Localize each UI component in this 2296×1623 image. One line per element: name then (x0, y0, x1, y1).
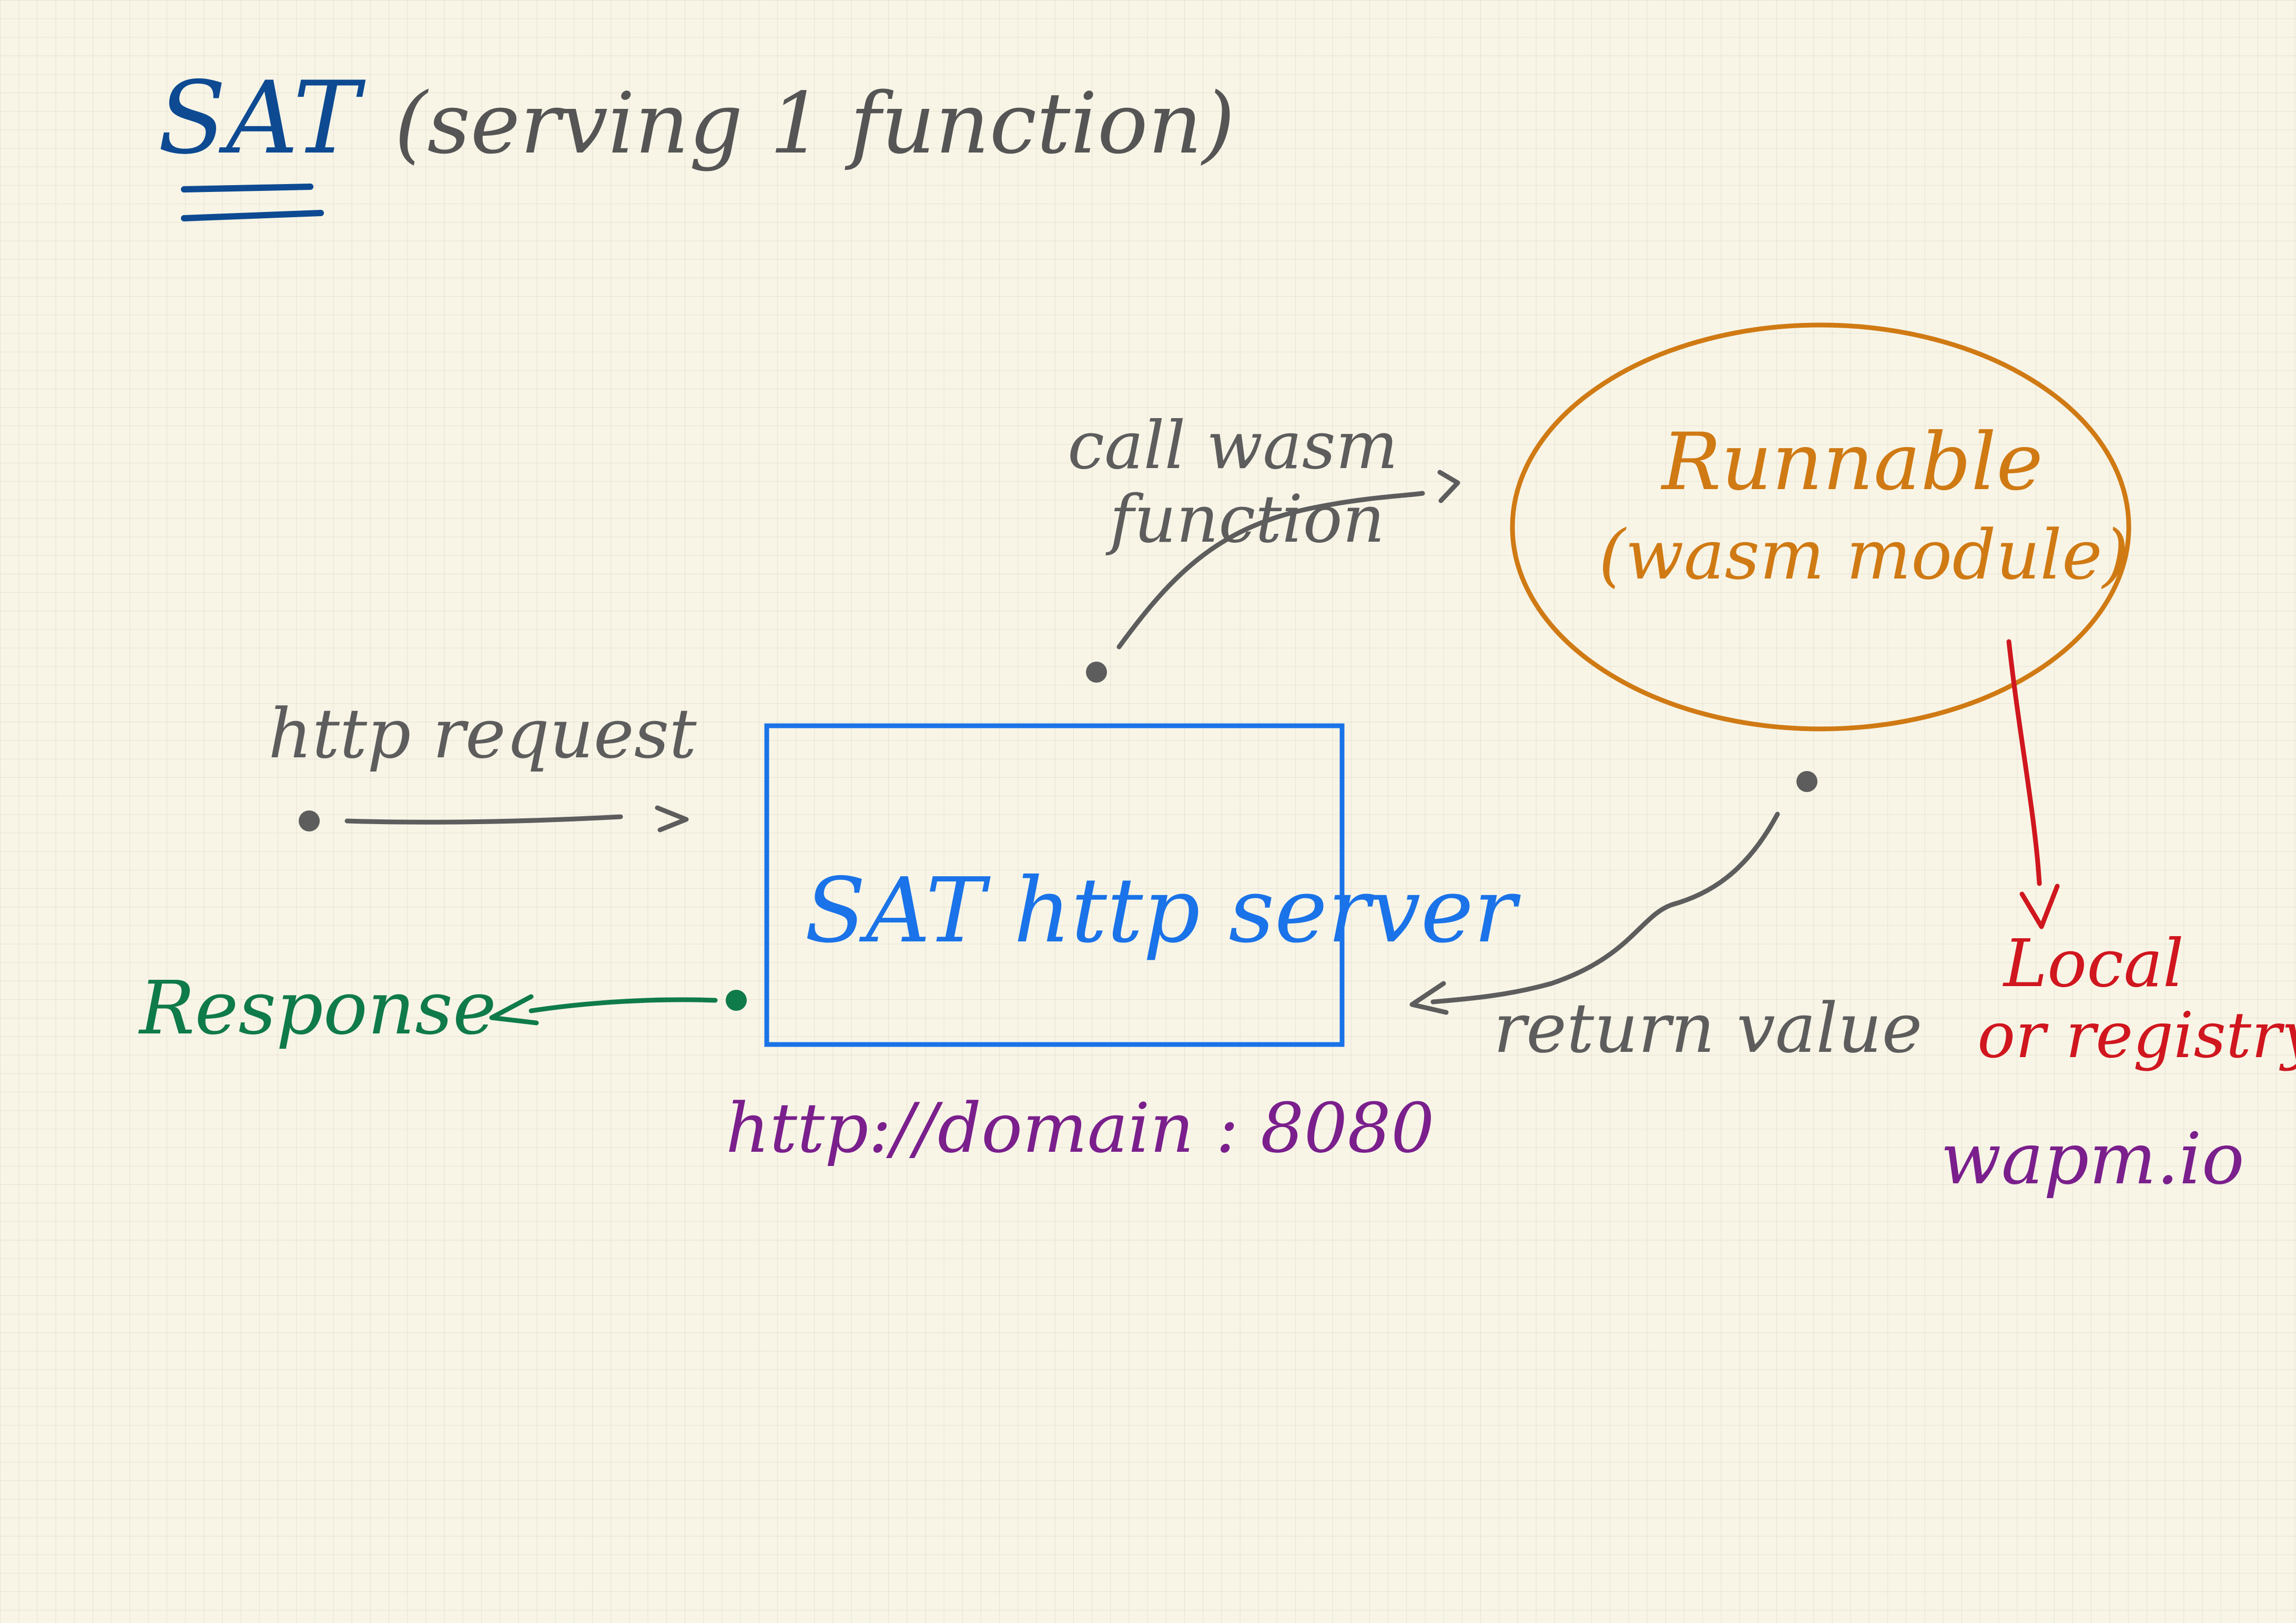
call-wasm-label-line1: call wasm (1068, 408, 1398, 484)
http-request-line (344, 814, 623, 825)
server-node: SAT http server http://domain : 8080 (726, 723, 1521, 1168)
title-subtitle: (serving 1 function) (394, 74, 1235, 173)
dot-icon (299, 810, 320, 831)
arrow-icon (1409, 981, 1449, 1015)
server-label: SAT http server (805, 859, 1521, 963)
title-underline (181, 184, 324, 221)
return-value-label: return value (1494, 988, 1922, 1068)
diagram-canvas: SAT (serving 1 function) Runnable (wasm … (138, 60, 2296, 1200)
runnable-title: Runnable (1660, 417, 2043, 508)
http-request-label: http request (268, 694, 697, 774)
arrow-icon (655, 805, 689, 833)
edge-source: Local or registry wapm.io (1941, 639, 2296, 1200)
source-line1: Local (2003, 926, 2184, 1002)
arrow-icon (2019, 884, 2060, 929)
response-label: Response (138, 966, 496, 1051)
dot-icon (1086, 662, 1107, 683)
server-url: http://domain : 8080 (726, 1088, 1435, 1168)
source-line2: or registry (1977, 999, 2296, 1072)
title-main: SAT (158, 60, 366, 176)
runnable-subtitle: (wasm module) (1599, 515, 2129, 595)
runnable-node: Runnable (wasm module) (1510, 322, 2131, 732)
edge-http-request: http request (268, 694, 697, 833)
edge-response: Response (138, 966, 747, 1051)
title-group: SAT (serving 1 function) (158, 60, 1235, 221)
registry-label: wapm.io (1941, 1118, 2244, 1200)
call-wasm-label-line2: function (1105, 481, 1385, 557)
arrow-icon (1437, 470, 1460, 503)
dot-icon (1796, 771, 1817, 792)
dot-icon (726, 990, 747, 1011)
edge-call-wasm: call wasm function (1068, 408, 1460, 683)
response-line (529, 997, 718, 1013)
